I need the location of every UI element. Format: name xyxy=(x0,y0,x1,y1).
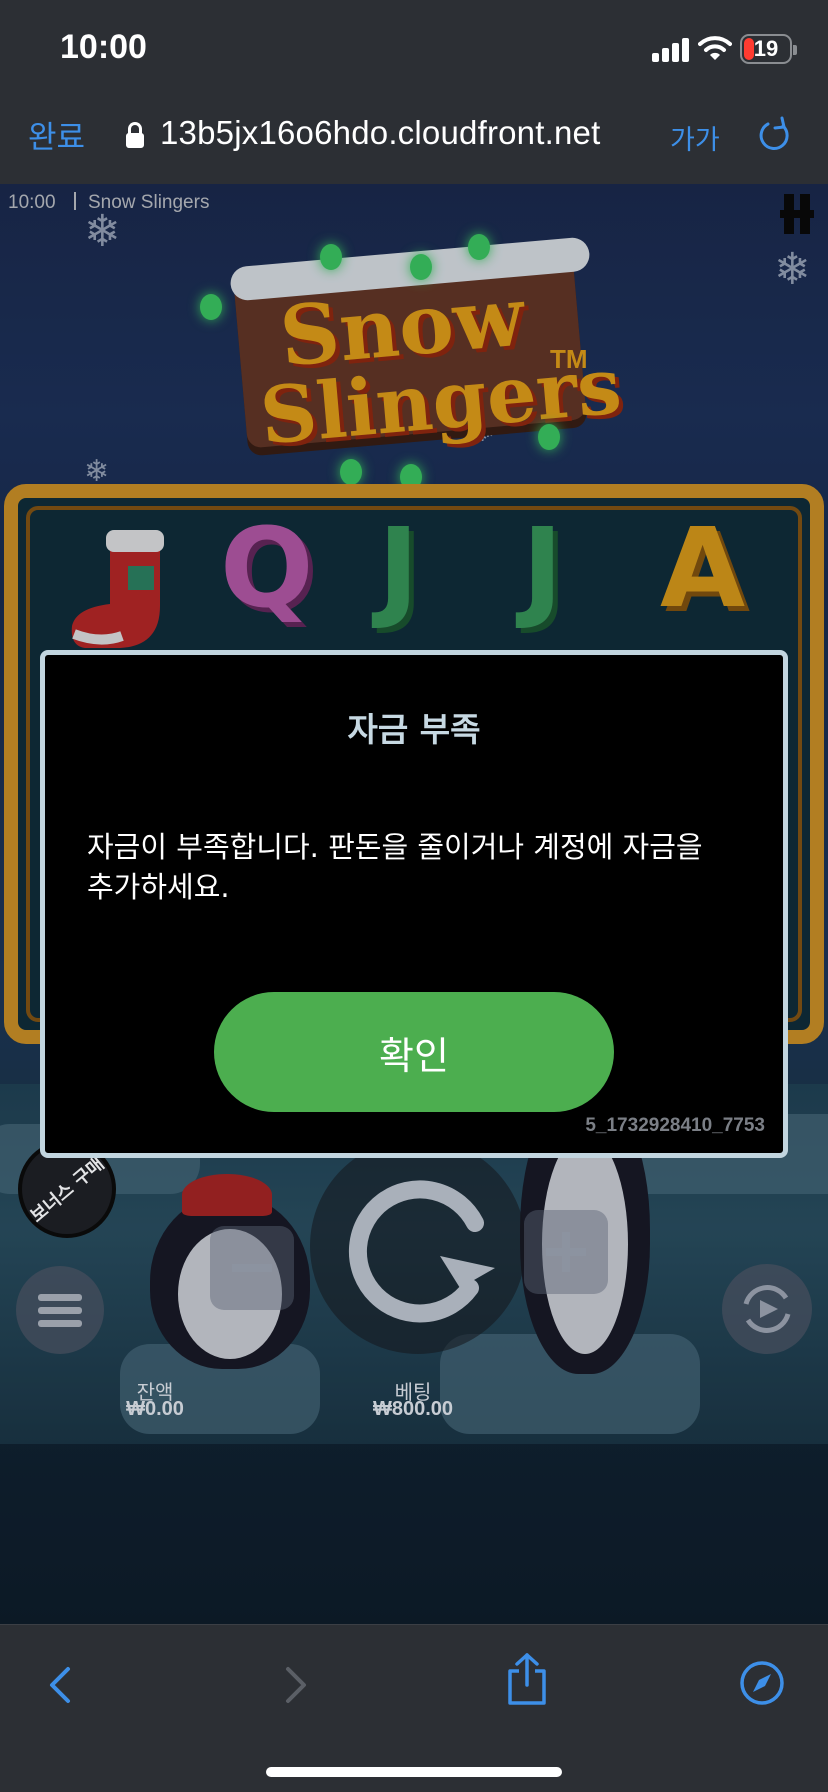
forward-icon[interactable] xyxy=(276,1663,316,1707)
insufficient-funds-dialog: 자금 부족 자금이 부족합니다. 판돈을 줄이거나 계정에 자금을 추가하세요.… xyxy=(40,650,788,1158)
signal-icon xyxy=(652,38,690,62)
url-text[interactable]: 13b5jx16o6hdo.cloudfront.net xyxy=(160,114,600,152)
lock-icon xyxy=(126,122,144,148)
browser-toolbar xyxy=(0,1624,828,1792)
compass-icon[interactable] xyxy=(738,1659,786,1707)
battery-cap xyxy=(793,45,797,55)
autoplay-icon[interactable] xyxy=(722,1264,812,1354)
done-button[interactable]: 완료 xyxy=(28,112,85,157)
bonus-buy-label: 보너스 구매 xyxy=(27,1153,109,1227)
status-bar: 10:00 19 xyxy=(0,0,828,100)
balance-value: ₩0.00 xyxy=(126,1398,184,1420)
dialog-title: 자금 부족 xyxy=(347,710,481,749)
menu-icon[interactable] xyxy=(16,1266,104,1354)
status-time: 10:00 xyxy=(60,28,147,66)
dialog-message-line1: 자금이 부족합니다. 판돈을 줄이거나 계정에 자금을 xyxy=(87,830,703,864)
dialog-message: 자금이 부족합니다. 판돈을 줄이거나 계정에 자금을 추가하세요. xyxy=(87,827,747,907)
reload-icon[interactable] xyxy=(756,114,792,154)
text-size-button[interactable]: 가가 xyxy=(670,118,720,157)
minus-icon[interactable] xyxy=(210,1226,294,1310)
plus-icon[interactable] xyxy=(524,1210,608,1294)
battery-level: 19 xyxy=(753,36,779,61)
confirm-button[interactable]: 확인 xyxy=(214,992,614,1112)
bet-value: ₩800.00 xyxy=(372,1398,454,1420)
dialog-message-line2: 추가하세요. xyxy=(87,870,230,904)
wifi-icon xyxy=(698,36,732,60)
share-icon[interactable] xyxy=(504,1651,550,1707)
battery-icon: 19 xyxy=(740,34,797,64)
back-icon[interactable] xyxy=(40,1663,80,1707)
home-indicator xyxy=(266,1767,562,1777)
url-bar: 완료 13b5jx16o6hdo.cloudfront.net 가가 xyxy=(0,100,828,184)
spin-icon[interactable] xyxy=(310,1138,526,1354)
session-id: 5_1732928410_7753 xyxy=(585,1115,765,1136)
